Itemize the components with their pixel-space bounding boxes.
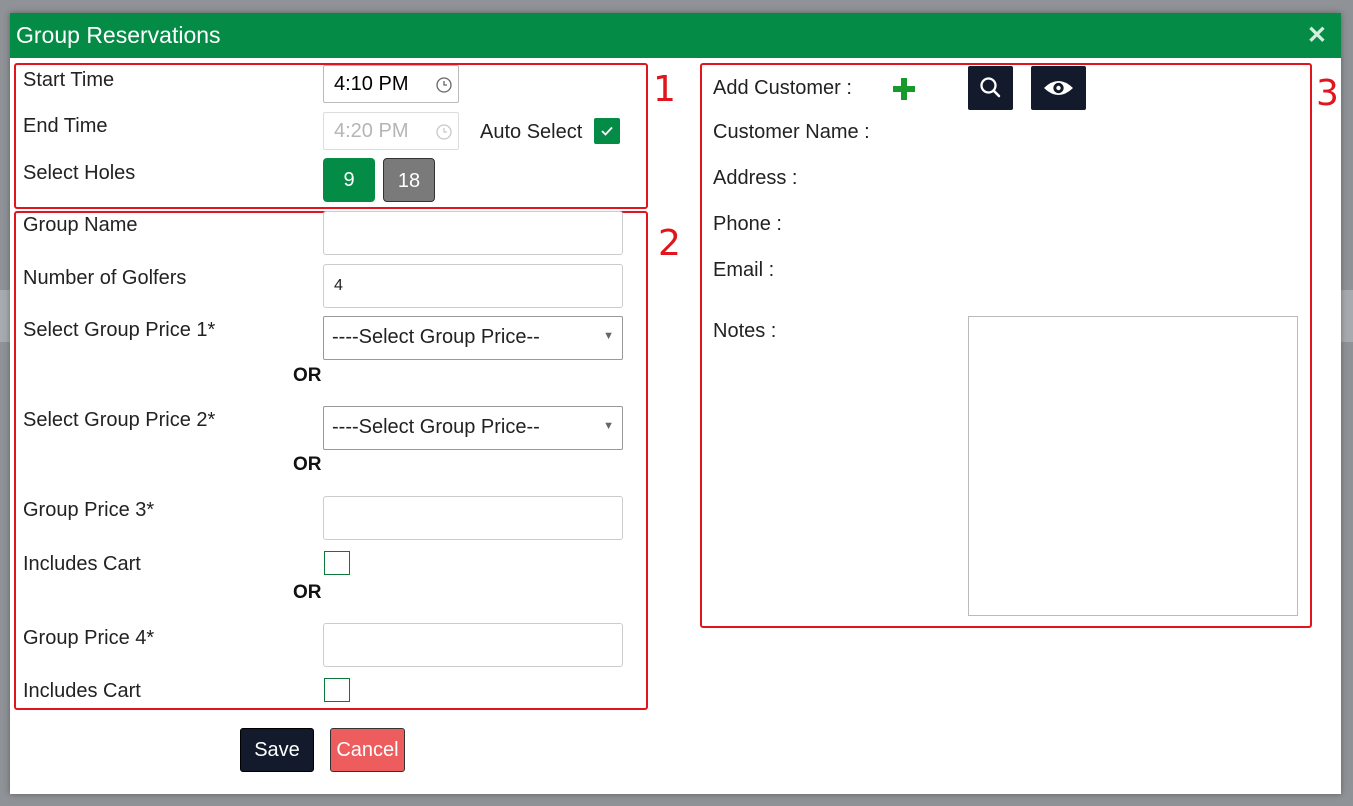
modal-header: Group Reservations ✕: [10, 13, 1341, 58]
group-price-4-input[interactable]: [323, 623, 623, 667]
holes-18-button[interactable]: 18: [383, 158, 435, 202]
group-price-3-input[interactable]: [323, 496, 623, 540]
start-time-value: 4:10 PM: [334, 73, 409, 95]
includes-cart-checkbox[interactable]: [324, 551, 350, 575]
view-customer-button[interactable]: [1031, 66, 1086, 110]
includes-cart-label: Includes Cart: [23, 553, 141, 575]
annotation-number-1: 1: [653, 69, 676, 110]
group-price-2-selected: ----Select Group Price--: [332, 416, 540, 438]
caret-down-icon: ▼: [603, 330, 614, 342]
auto-select-checkbox[interactable]: [594, 118, 620, 144]
end-time-input[interactable]: 4:20 PM: [323, 112, 459, 150]
includes-cart-label: Includes Cart: [23, 680, 141, 702]
group-price-3-label: Group Price 3*: [23, 499, 155, 521]
group-price-4-label: Group Price 4*: [23, 627, 155, 649]
address-label: Address :: [713, 167, 798, 189]
caret-down-icon: ▼: [603, 420, 614, 432]
modal-title: Group Reservations: [16, 22, 221, 48]
add-customer-label: Add Customer :: [713, 77, 852, 99]
end-time-label: End Time: [23, 115, 108, 137]
group-price-2-select[interactable]: ----Select Group Price-- ▼: [323, 406, 623, 450]
or-separator: OR: [293, 582, 322, 603]
plus-icon[interactable]: [892, 77, 916, 101]
clock-icon[interactable]: [435, 123, 453, 141]
or-separator: OR: [293, 454, 322, 475]
number-of-golfers-label: Number of Golfers: [23, 267, 187, 289]
number-of-golfers-input[interactable]: 4: [323, 264, 623, 308]
holes-9-button[interactable]: 9: [323, 158, 375, 202]
end-time-value: 4:20 PM: [334, 120, 409, 142]
notes-label: Notes :: [713, 320, 777, 342]
group-price-2-label: Select Group Price 2*: [23, 409, 216, 431]
eye-icon: [1044, 81, 1073, 95]
clock-icon[interactable]: [435, 76, 453, 94]
group-price-1-label: Select Group Price 1*: [23, 319, 216, 341]
select-holes-label: Select Holes: [23, 162, 136, 184]
or-separator: OR: [293, 365, 322, 386]
phone-label: Phone :: [713, 213, 782, 235]
group-reservations-modal: Group Reservations ✕ 1 Start Time 4:10 P…: [10, 13, 1341, 794]
search-icon: [980, 77, 1001, 98]
includes-cart-checkbox[interactable]: [324, 678, 350, 702]
group-name-label: Group Name: [23, 214, 138, 236]
checkmark-icon: [601, 126, 613, 136]
cancel-button[interactable]: Cancel: [330, 728, 405, 772]
auto-select-label: Auto Select: [480, 121, 583, 143]
group-price-1-selected: ----Select Group Price--: [332, 326, 540, 348]
annotation-number-3: 3: [1316, 73, 1339, 114]
annotation-number-2: 2: [658, 223, 681, 264]
customer-name-label: Customer Name :: [713, 121, 870, 143]
start-time-input[interactable]: 4:10 PM: [323, 65, 459, 103]
close-icon[interactable]: ✕: [1307, 21, 1327, 50]
search-customer-button[interactable]: [968, 66, 1013, 110]
start-time-label: Start Time: [23, 69, 115, 91]
group-name-input[interactable]: [323, 211, 623, 255]
email-label: Email :: [713, 259, 775, 281]
notes-textarea[interactable]: [968, 316, 1298, 616]
save-button[interactable]: Save: [240, 728, 314, 772]
group-price-1-select[interactable]: ----Select Group Price-- ▼: [323, 316, 623, 360]
